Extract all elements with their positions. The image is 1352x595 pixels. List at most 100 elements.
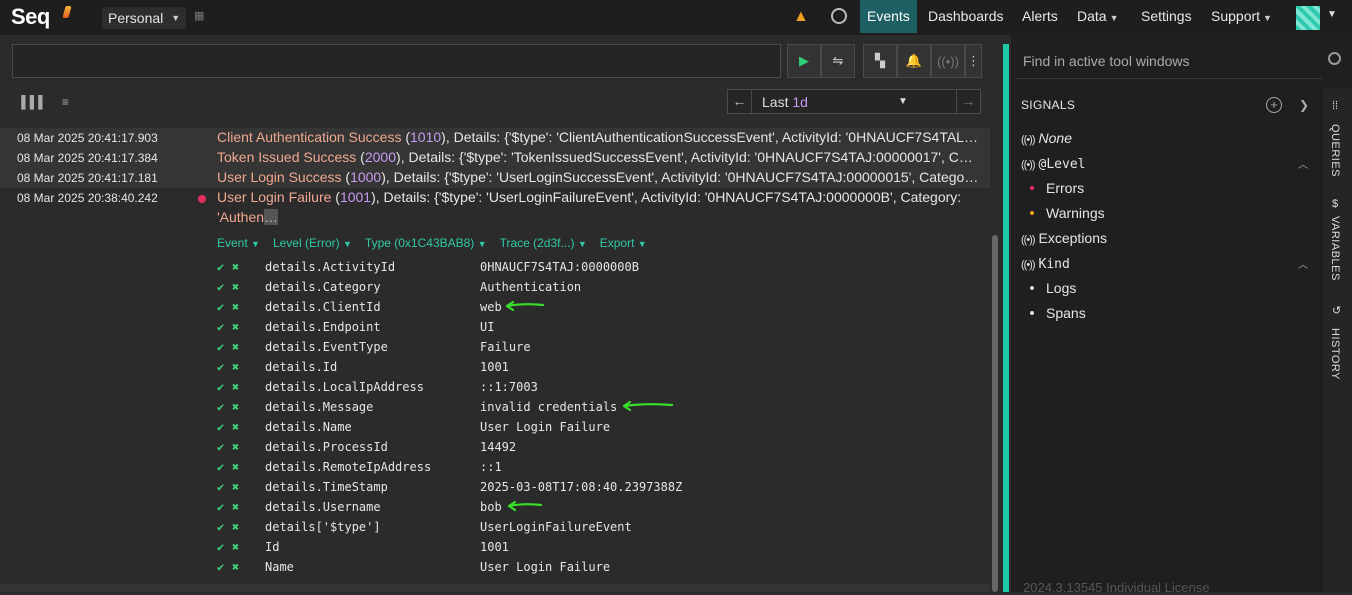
signal-logs[interactable]: Logs: [1046, 280, 1076, 296]
warning-icon[interactable]: ▲: [793, 8, 809, 26]
search-icon[interactable]: [1328, 52, 1341, 65]
chevron-down-icon[interactable]: ▼: [898, 96, 908, 107]
nav-support[interactable]: Support ▼: [1204, 0, 1279, 33]
seq-logo[interactable]: Seq: [11, 4, 50, 30]
range-back-icon[interactable]: ←: [728, 90, 752, 113]
include-check-icon[interactable]: ✔: [217, 520, 224, 534]
event-menu-link[interactable]: Event ▼: [217, 236, 260, 250]
exclude-x-icon[interactable]: ✖: [232, 460, 239, 474]
exclude-x-icon[interactable]: ✖: [232, 400, 239, 414]
nav-alerts[interactable]: Alerts: [1015, 0, 1065, 33]
signal-group-kind[interactable]: ((•)) Kind: [1021, 255, 1070, 272]
pane-splitter[interactable]: [1003, 44, 1009, 592]
chart-view-icon[interactable]: ▐▐▐: [17, 95, 43, 109]
property-row[interactable]: ✔ ✖ details.Category Authentication: [0, 277, 990, 297]
property-row[interactable]: ✔ ✖ details.LocalIpAddress::1:7003: [0, 377, 990, 397]
type-menu-link[interactable]: Type (0x1C43BAB8) ▼: [365, 236, 487, 250]
include-check-icon[interactable]: ✔: [217, 300, 224, 314]
signal-none[interactable]: ((•)) None: [1021, 130, 1072, 146]
property-row[interactable]: ✔ ✖ details.TimeStamp 2025-03-08T17:08:40.2…: [0, 477, 990, 497]
tab-queries[interactable]: QUERIES: [1329, 124, 1341, 177]
export-menu-link[interactable]: Export ▼: [600, 236, 647, 250]
exclude-x-icon[interactable]: ✖: [232, 280, 239, 294]
property-row[interactable]: ✔ ✖ details.Username bob: [0, 497, 990, 517]
property-row[interactable]: ✔ ✖ details['$type'] UserLoginFailureEvent: [0, 517, 990, 537]
range-forward-icon[interactable]: →: [956, 90, 980, 113]
property-row[interactable]: ✔ ✖ details.ActivityId 0HNAUCF7S4TAJ:000000…: [0, 257, 990, 277]
exclude-x-icon[interactable]: ✖: [232, 300, 239, 314]
nav-events[interactable]: Events: [860, 0, 917, 33]
tab-variables[interactable]: VARIABLES: [1329, 216, 1341, 281]
include-check-icon[interactable]: ✔: [217, 340, 224, 354]
signal-group-level[interactable]: ((•)) @Level: [1021, 155, 1085, 172]
tab-history[interactable]: HISTORY: [1329, 328, 1341, 380]
include-check-icon[interactable]: ✔: [217, 360, 224, 374]
event-row[interactable]: 08 Mar 2025 20:41:17.384 Token Issued Su…: [0, 148, 990, 168]
include-check-icon[interactable]: ✔: [217, 460, 224, 474]
chevron-up-icon[interactable]: ︿: [1298, 256, 1308, 271]
nav-data[interactable]: Data ▼: [1070, 0, 1126, 33]
include-check-icon[interactable]: ✔: [217, 500, 224, 514]
add-alert-button[interactable]: 🔔: [897, 44, 931, 78]
trace-menu-link[interactable]: Trace (2d3f...) ▼: [500, 236, 587, 250]
chevron-right-icon[interactable]: ❯: [1299, 98, 1309, 112]
exclude-x-icon[interactable]: ✖: [232, 540, 239, 554]
add-to-dashboard-button[interactable]: ▚: [863, 44, 897, 78]
signal-warnings[interactable]: Warnings: [1046, 205, 1105, 221]
exclude-x-icon[interactable]: ✖: [232, 380, 239, 394]
property-row[interactable]: ✔ ✖ details.Id 1001: [0, 357, 990, 377]
workspace-pin-icon[interactable]: ▦: [194, 11, 205, 22]
include-check-icon[interactable]: ✔: [217, 560, 224, 574]
add-signal-icon[interactable]: +: [1266, 97, 1282, 113]
workspace-selector[interactable]: Personal ▼: [102, 7, 187, 29]
list-view-icon[interactable]: ≡: [62, 95, 69, 109]
include-check-icon[interactable]: ✔: [217, 400, 224, 414]
exclude-x-icon[interactable]: ✖: [232, 260, 239, 274]
event-row[interactable]: 08 Mar 2025 20:41:17.903 Client Authenti…: [0, 128, 990, 148]
find-tool-windows-input[interactable]: Find in active tool windows: [1023, 53, 1190, 69]
signal-errors[interactable]: Errors: [1046, 180, 1084, 196]
more-menu-button[interactable]: ⋮: [965, 44, 982, 78]
property-row[interactable]: ✔ ✖ Name User Login Failure: [0, 557, 990, 577]
exclude-x-icon[interactable]: ✖: [232, 420, 239, 434]
event-row[interactable]: 08 Mar 2025 20:41:17.181 User Login Succ…: [0, 168, 990, 188]
scrollbar[interactable]: [992, 235, 998, 592]
event-row-expanded[interactable]: 08 Mar 2025 20:38:40.242 User Login Fail…: [0, 188, 990, 228]
property-row[interactable]: ✔ ✖ details.ClientId web: [0, 297, 990, 317]
exclude-x-icon[interactable]: ✖: [232, 440, 239, 454]
queries-icon[interactable]: ⁞⁞: [1332, 100, 1338, 112]
exclude-x-icon[interactable]: ✖: [232, 560, 239, 574]
chevron-down-icon[interactable]: ▼: [1327, 9, 1337, 20]
include-check-icon[interactable]: ✔: [217, 540, 224, 554]
include-check-icon[interactable]: ✔: [217, 420, 224, 434]
property-row[interactable]: ✔ ✖ details.EventType Failure: [0, 337, 990, 357]
property-row[interactable]: ✔ ✖ details.Name User Login Failure: [0, 417, 990, 437]
level-menu-link[interactable]: Level (Error) ▼: [273, 236, 352, 250]
nav-settings[interactable]: Settings: [1134, 0, 1199, 33]
property-row[interactable]: ✔ ✖ details.Endpoint UI: [0, 317, 990, 337]
query-input[interactable]: [12, 44, 781, 78]
date-range-picker[interactable]: ← Last 1d ▼ →: [727, 89, 981, 114]
property-row[interactable]: ✔ ✖ details.Message invalid credentials: [0, 397, 990, 417]
include-check-icon[interactable]: ✔: [217, 280, 224, 294]
exclude-x-icon[interactable]: ✖: [232, 500, 239, 514]
include-check-icon[interactable]: ✔: [217, 480, 224, 494]
user-avatar[interactable]: [1296, 6, 1320, 30]
property-row[interactable]: ✔ ✖ Id 1001: [0, 537, 990, 557]
exclude-x-icon[interactable]: ✖: [232, 340, 239, 354]
history-icon[interactable]: ↺: [1332, 304, 1341, 317]
variables-icon[interactable]: $: [1332, 198, 1338, 210]
property-row[interactable]: ✔ ✖ details.RemoteIpAddress::1: [0, 457, 990, 477]
chevron-up-icon[interactable]: ︿: [1298, 156, 1308, 171]
exclude-x-icon[interactable]: ✖: [232, 480, 239, 494]
include-check-icon[interactable]: ✔: [217, 260, 224, 274]
include-check-icon[interactable]: ✔: [217, 320, 224, 334]
exclude-x-icon[interactable]: ✖: [232, 360, 239, 374]
exclude-x-icon[interactable]: ✖: [232, 520, 239, 534]
signal-exceptions[interactable]: ((•)) Exceptions: [1021, 230, 1107, 246]
tail-button[interactable]: ⇋: [821, 44, 855, 78]
include-check-icon[interactable]: ✔: [217, 440, 224, 454]
include-check-icon[interactable]: ✔: [217, 380, 224, 394]
theme-toggle-icon[interactable]: [831, 8, 847, 24]
ellipsis-expand[interactable]: …: [264, 209, 279, 225]
